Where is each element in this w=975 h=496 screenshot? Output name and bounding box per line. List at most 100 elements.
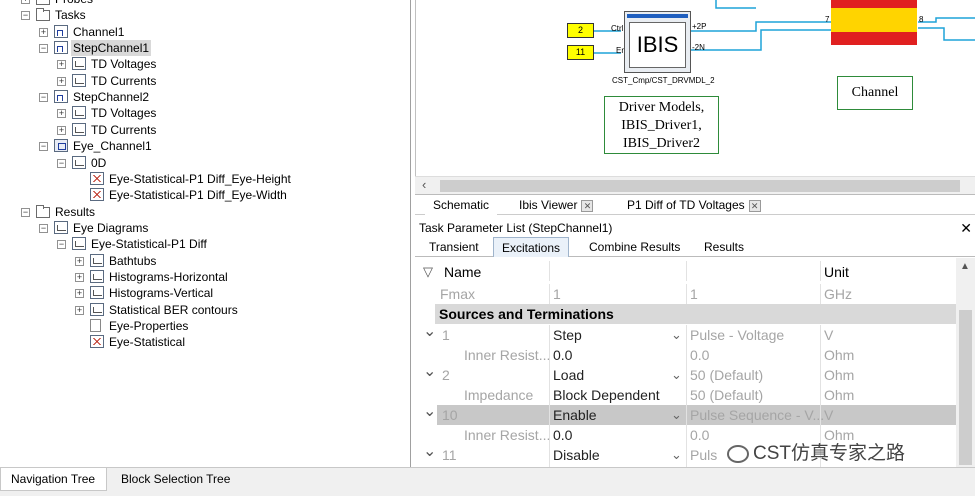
ibis-label: IBIS <box>629 22 686 68</box>
expand-icon[interactable]: + <box>75 305 84 315</box>
port-2-label: 2 <box>577 25 583 35</box>
fmax-unit: GHz <box>820 284 852 304</box>
excitation-row[interactable]: Impedance Block Dependent 50 (Default) Ohm <box>415 385 955 405</box>
schematic-horizontal-scrollbar[interactable]: ‹ <box>415 176 975 194</box>
collapse-icon[interactable]: − <box>39 223 48 233</box>
expand-icon[interactable]: + <box>57 60 66 70</box>
expand-icon[interactable]: + <box>75 289 84 299</box>
pin-8-label: 8 <box>919 15 924 24</box>
app-window: +Probes−Tasks+Channel1−StepChannel1+TD V… <box>0 0 975 496</box>
port-11[interactable]: 11 <box>567 45 594 60</box>
section-sources-terminations[interactable]: Sources and Terminations <box>435 304 956 324</box>
expand-icon[interactable]: + <box>57 109 66 119</box>
parameter-vertical-scrollbar[interactable]: ▲ <box>956 258 975 467</box>
collapse-icon[interactable]: − <box>39 93 48 103</box>
excitation-row[interactable]: ⌄ 2 Load ⌄ 50 (Default) Ohm <box>415 364 955 385</box>
excitation-row[interactable]: ⌄ 10 Enable ⌄ Pulse Sequence - V... V <box>423 404 956 425</box>
scroll-thumb[interactable] <box>440 180 960 192</box>
tree-item-label: StepChannel2 <box>73 90 150 105</box>
tree-item-label: TD Currents <box>91 122 157 137</box>
header-unit[interactable]: Unit <box>820 261 849 281</box>
pin-ctrl-label: Ctrl <box>611 24 624 33</box>
collapse-row-icon[interactable]: ⌄ <box>423 404 436 420</box>
scroll-up-icon[interactable]: ▲ <box>960 261 970 272</box>
tab-schematic-label: Schematic <box>433 198 490 212</box>
row-type: Step <box>549 325 582 345</box>
collapse-icon[interactable]: − <box>21 11 30 21</box>
scroll-thumb[interactable] <box>959 310 972 465</box>
tree-item-label: TD Voltages <box>91 57 157 72</box>
collapse-row-icon[interactable]: ⌄ <box>423 444 436 460</box>
dropdown-chevron-icon[interactable]: ⌄ <box>671 365 682 385</box>
row-name: Impedance <box>464 387 534 403</box>
tab-results[interactable]: Results <box>696 237 752 257</box>
channel-block[interactable] <box>831 0 917 45</box>
close-icon[interactable]: ✕ <box>581 199 594 212</box>
tab-ibis-viewer[interactable]: Ibis Viewer ✕ <box>511 196 601 215</box>
close-icon[interactable]: ✕ <box>960 219 972 237</box>
tree-item-label: Histograms-Horizontal <box>109 269 228 284</box>
tab-block-selection-tree[interactable]: Block Selection Tree <box>111 468 240 491</box>
section-label: Sources and Terminations <box>439 306 614 322</box>
grid-row-fmax[interactable]: Fmax 1 1 GHz <box>415 284 955 304</box>
tab-navigation-tree[interactable]: Navigation Tree <box>0 468 107 491</box>
channel-note[interactable]: Channel <box>837 76 913 110</box>
tree-item-label: Probes <box>55 0 93 7</box>
tab-excitations[interactable]: Excitations <box>493 237 570 257</box>
expand-icon[interactable]: + <box>57 76 66 86</box>
collapse-icon[interactable]: − <box>39 142 48 152</box>
row-type: 0.0 <box>549 425 572 445</box>
parameter-grid[interactable]: ▽ Name Unit Fmax 1 1 GHz Sources and Ter… <box>415 257 975 467</box>
ibis-driver-block[interactable]: IBIS <box>624 11 691 73</box>
folder-icon <box>36 8 50 22</box>
tab-p1-diff-td-voltages[interactable]: P1 Diff of TD Voltages ✕ <box>619 196 769 215</box>
tab-combine-results[interactable]: Combine Results <box>581 237 688 257</box>
expand-icon[interactable]: + <box>39 27 48 37</box>
plot-icon <box>72 122 86 136</box>
navigation-tree[interactable]: + Probes − Tasks + Channel1 − StepChannel1 + TD V… <box>0 0 411 467</box>
note-line-1: Driver Models, <box>618 100 705 115</box>
scroll-left-icon[interactable]: ‹ <box>422 177 426 192</box>
folder-icon <box>36 204 50 218</box>
tree-item-label: Statistical BER contours <box>109 302 238 317</box>
driver-models-note[interactable]: Driver Models, IBIS_Driver1, IBIS_Driver… <box>604 96 719 154</box>
tab-transient[interactable]: Transient <box>421 237 487 257</box>
row-name: 11 <box>442 447 457 463</box>
filter-icon[interactable]: ▽ <box>423 261 433 283</box>
excitation-row[interactable]: ⌄ 1 Step ⌄ Pulse - Voltage V <box>415 324 955 345</box>
expand-icon[interactable]: + <box>75 256 84 266</box>
close-icon[interactable]: ✕ <box>748 199 761 212</box>
collapse-icon[interactable]: − <box>21 207 30 217</box>
step-task-icon <box>54 90 68 104</box>
dropdown-chevron-icon[interactable]: ⌄ <box>671 445 682 465</box>
grid-header: ▽ Name Unit <box>415 261 955 283</box>
row-unit: Ohm <box>820 345 854 365</box>
plot-icon <box>90 269 104 283</box>
collapse-row-icon[interactable]: ⌄ <box>423 364 436 380</box>
excitation-row[interactable]: Inner Resist...0.00.0Ohm <box>415 345 955 365</box>
watermark: CST仿真专家之路 <box>727 441 905 467</box>
row-value: 50 (Default) <box>686 385 763 405</box>
tab-schematic[interactable]: Schematic <box>425 196 498 215</box>
plot-icon <box>90 302 104 316</box>
expand-icon[interactable]: + <box>21 0 30 4</box>
note-line-3: IBIS_Driver2 <box>623 136 700 151</box>
schematic-canvas[interactable]: 2 11 Ctrl En IBIS +2P -2N CST_Cmp/CST_DR… <box>415 0 975 176</box>
collapse-icon[interactable]: − <box>57 158 66 168</box>
header-name[interactable]: Name <box>441 261 481 281</box>
plot-icon <box>72 237 86 251</box>
expand-icon[interactable]: + <box>75 272 84 282</box>
dropdown-chevron-icon[interactable]: ⌄ <box>671 325 682 345</box>
port-2[interactable]: 2 <box>567 23 594 38</box>
collapse-icon[interactable]: − <box>57 240 66 250</box>
tree-item-label: Eye-Statistical-P1 Diff_Eye-Width <box>109 188 287 203</box>
plot-icon <box>72 155 86 169</box>
pin-2n-label: -2N <box>692 43 705 52</box>
collapse-icon[interactable]: − <box>39 44 48 54</box>
collapse-row-icon[interactable]: ⌄ <box>423 324 436 340</box>
expand-icon[interactable]: + <box>57 125 66 135</box>
row-unit: V <box>820 405 833 425</box>
row-value: Pulse Sequence - V... <box>686 405 824 425</box>
dropdown-chevron-icon[interactable]: ⌄ <box>671 405 682 425</box>
pin-2p-label: +2P <box>692 22 707 31</box>
